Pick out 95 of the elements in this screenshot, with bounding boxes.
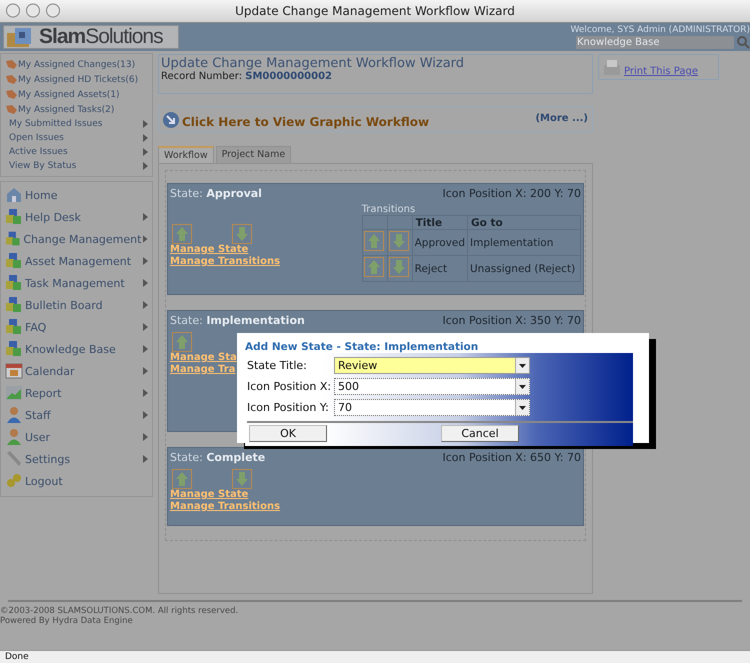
- table-cell: Approved: [412, 230, 468, 256]
- page-title: Update Change Management Workflow Wizard: [161, 56, 466, 71]
- nav-item[interactable]: Logout: [5, 470, 148, 492]
- select-field[interactable]: 500: [334, 378, 530, 394]
- record-number: Record Number: SM0000000002: [161, 71, 334, 82]
- table-cell: Reject: [412, 256, 468, 282]
- arrow-circle-icon: [162, 111, 180, 129]
- assigned-link[interactable]: My Assigned Changes(13): [5, 57, 148, 72]
- nav-item[interactable]: Help Desk: [5, 206, 148, 228]
- submenu-arrow-icon: [143, 301, 148, 309]
- chart-icon: [5, 384, 23, 402]
- column-header: Title: [412, 216, 468, 230]
- submenu-arrow-icon: [143, 389, 148, 397]
- welcome-text: Welcome, SYS Admin (ADMINISTRATOR): [570, 25, 750, 35]
- submenu-arrow-icon: [143, 455, 148, 463]
- state-title: State: Complete: [170, 451, 266, 464]
- submenu-arrow-icon: [143, 235, 148, 243]
- assigned-link[interactable]: My Assigned Assets(1): [5, 87, 148, 102]
- select-field[interactable]: Review: [334, 356, 530, 374]
- search-field[interactable]: Knowledge Base: [576, 36, 734, 48]
- submenu-arrow-icon: [143, 367, 148, 375]
- table-cell: Implementation: [468, 230, 580, 256]
- issues-menu-item[interactable]: Open Issues: [5, 131, 148, 145]
- manage-link[interactable]: Manage State: [170, 489, 280, 501]
- nav-item[interactable]: User: [5, 426, 148, 448]
- nav-item[interactable]: FAQ: [5, 316, 148, 338]
- cubes-icon: [5, 230, 22, 248]
- manage-link[interactable]: Manage Sta: [170, 352, 237, 364]
- submenu-arrow-icon: [143, 345, 148, 353]
- state-title: State: Implementation: [170, 314, 305, 327]
- assigned-link[interactable]: My Assigned Tasks(2): [5, 102, 148, 117]
- icon-position: Icon Position X: 200 Y: 70: [442, 187, 581, 200]
- nav-item[interactable]: Report: [5, 382, 148, 404]
- logo-text: SlamSolutions: [39, 25, 163, 49]
- submenu-arrow-icon: [143, 213, 148, 221]
- icon-position: Icon Position X: 350 Y: 70: [442, 314, 581, 327]
- cubes-icon: [5, 274, 23, 292]
- cubes-icon: [5, 252, 23, 270]
- nav-item[interactable]: Settings: [5, 448, 148, 470]
- submenu-arrow-icon: [143, 257, 148, 265]
- table-cell: Unassigned (Reject): [468, 256, 580, 282]
- issues-menu-item[interactable]: My Submitted Issues: [5, 117, 148, 131]
- copyright-text: ©2003-2008 SLAMSOLUTIONS.COM. All rights reserved.: [0, 606, 240, 616]
- cubes-icon: [5, 340, 23, 358]
- issues-menu-item[interactable]: Active Issues: [5, 145, 148, 159]
- state-title: State: Approval: [170, 187, 262, 200]
- cubes-icon: [5, 208, 23, 226]
- printer-icon: [602, 59, 622, 77]
- icon-position: Icon Position X: 650 Y: 70: [442, 451, 581, 464]
- caret-icon: [515, 378, 529, 394]
- submenu-arrow-icon: [143, 323, 148, 331]
- calendar-icon: [5, 362, 23, 380]
- nav-item[interactable]: Asset Management: [5, 250, 148, 272]
- manage-link[interactable]: Manage Transitions: [170, 256, 280, 268]
- window-title: Update Change Management Workflow Wizard: [235, 4, 515, 18]
- caret-icon: [515, 358, 529, 372]
- tab[interactable]: Workflow: [158, 146, 214, 163]
- nav-item[interactable]: Knowledge Base: [5, 338, 148, 360]
- column-header: Go to: [468, 216, 580, 230]
- home-icon: [5, 186, 23, 204]
- person-icon: [5, 428, 23, 446]
- cubes-icon: [5, 318, 23, 336]
- status-text: Done: [5, 652, 29, 662]
- nav-item[interactable]: Staff: [5, 404, 148, 426]
- assigned-link[interactable]: My Assigned HD Tickets(6): [5, 72, 148, 87]
- window-buttons-icon[interactable]: [6, 3, 62, 18]
- field-label: State Title:: [247, 358, 308, 372]
- nav-item[interactable]: Change Management: [5, 228, 148, 250]
- graphic-workflow-link[interactable]: Click Here to View Graphic Workflow: [182, 115, 534, 129]
- ok-button[interactable]: OK: [249, 425, 327, 442]
- print-link[interactable]: Print This Page: [624, 66, 698, 77]
- field-label: Icon Position X:: [247, 380, 332, 392]
- nav-item[interactable]: Bulletin Board: [5, 294, 148, 316]
- powered-by-text: Powered By Hydra Data Engine: [0, 616, 134, 626]
- submenu-arrow-icon: [143, 433, 148, 441]
- manage-link[interactable]: Manage State: [170, 244, 280, 256]
- caret-icon: [515, 400, 529, 414]
- nav-item[interactable]: Home: [5, 184, 148, 206]
- transitions-heading: Transitions: [362, 204, 416, 215]
- nav-item[interactable]: Calendar: [5, 360, 148, 382]
- manage-link[interactable]: Manage Transitions: [170, 501, 280, 513]
- cubes-icon: [5, 296, 23, 314]
- cancel-button[interactable]: Cancel: [441, 425, 519, 442]
- field-label: Icon Position Y:: [247, 400, 330, 414]
- person-icon: [5, 406, 23, 424]
- nav-item[interactable]: Task Management: [5, 272, 148, 294]
- more-link[interactable]: (More ...): [535, 112, 588, 124]
- issues-menu-item[interactable]: View By Status: [5, 159, 148, 173]
- manage-link[interactable]: Manage Tra: [170, 364, 237, 376]
- dialog-title: Add New State - State: Implementation: [245, 341, 480, 353]
- tab[interactable]: Project Name: [216, 146, 292, 163]
- submenu-arrow-icon: [143, 411, 148, 419]
- select-field[interactable]: 70: [334, 398, 530, 416]
- submenu-arrow-icon: [143, 279, 148, 287]
- search-icon[interactable]: [736, 35, 750, 49]
